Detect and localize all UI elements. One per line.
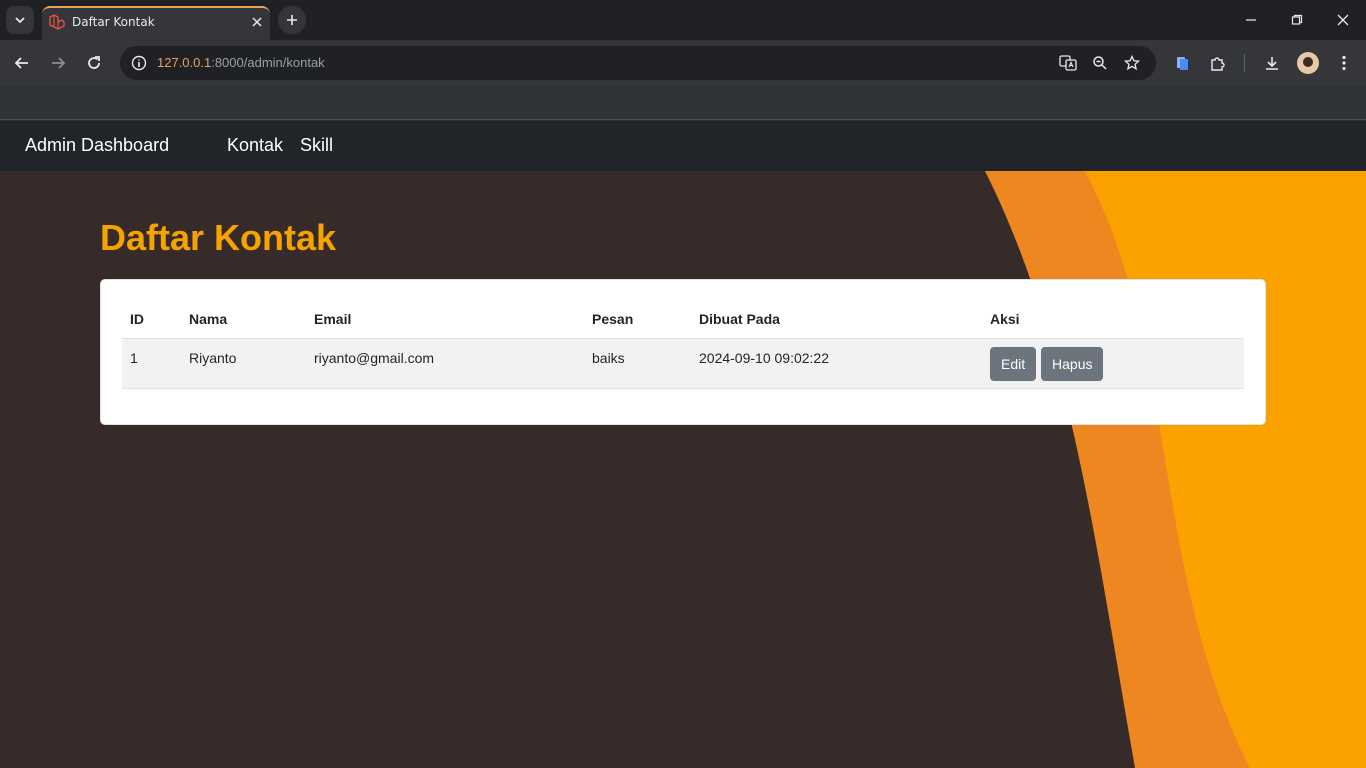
close-icon[interactable] xyxy=(248,13,266,31)
nav-link-skill[interactable]: Skill xyxy=(300,135,333,156)
tab-title: Daftar Kontak xyxy=(72,15,155,29)
cell-dibuat-pada: 2024-09-10 09:02:22 xyxy=(691,338,982,389)
menu-icon[interactable] xyxy=(1332,51,1356,75)
cell-id: 1 xyxy=(122,338,181,389)
zoom-icon[interactable] xyxy=(1089,52,1111,74)
nav-link-kontak[interactable]: Kontak xyxy=(227,135,283,156)
col-header-aksi: Aksi xyxy=(982,300,1244,339)
admin-navbar: Admin Dashboard Kontak Skill xyxy=(0,121,1366,171)
site-info-icon[interactable] xyxy=(128,52,150,74)
url-path: :8000/admin/kontak xyxy=(211,55,325,70)
browser-toolbar: 127.0.0.1:8000/admin/kontak xyxy=(0,40,1366,86)
cell-aksi: Edit Hapus xyxy=(982,338,1244,389)
col-header-id: ID xyxy=(122,300,181,339)
page-title: Daftar Kontak xyxy=(100,217,337,258)
minimize-icon[interactable] xyxy=(1239,8,1263,32)
address-bar[interactable]: 127.0.0.1:8000/admin/kontak xyxy=(120,46,1156,80)
clipboard-icon[interactable] xyxy=(1170,51,1194,75)
navbar-brand[interactable]: Admin Dashboard xyxy=(25,135,169,156)
browser-tab[interactable]: Daftar Kontak xyxy=(42,6,270,40)
tab-search-icon[interactable] xyxy=(6,6,34,34)
back-icon[interactable] xyxy=(8,49,36,77)
col-header-nama: Nama xyxy=(181,300,306,339)
star-icon[interactable] xyxy=(1121,52,1143,74)
table-header-row: ID Nama Email Pesan Dibuat Pada Aksi xyxy=(122,300,1244,339)
edit-button[interactable]: Edit xyxy=(990,346,1037,381)
delete-button[interactable]: Hapus xyxy=(1041,346,1104,381)
cell-email: riyanto@gmail.com xyxy=(306,338,584,389)
col-header-pesan: Pesan xyxy=(584,300,691,339)
col-header-email: Email xyxy=(306,300,584,339)
cell-pesan: baiks xyxy=(584,338,691,389)
page-content: Admin Dashboard Kontak Skill Daftar Kont… xyxy=(0,121,1366,768)
translate-icon[interactable] xyxy=(1057,52,1079,74)
extensions-icon[interactable] xyxy=(1206,51,1230,75)
laravel-favicon-icon xyxy=(48,13,66,31)
window-close-icon[interactable] xyxy=(1331,8,1355,32)
cell-nama: Riyanto xyxy=(181,338,306,389)
contacts-table: ID Nama Email Pesan Dibuat Pada Aksi 1 R… xyxy=(122,300,1244,389)
url-host: 127.0.0.1 xyxy=(157,55,212,70)
restore-icon[interactable] xyxy=(1285,8,1309,32)
bookmark-bar xyxy=(0,86,1366,120)
plus-icon[interactable] xyxy=(278,6,306,34)
toolbar-separator xyxy=(1244,54,1245,72)
download-icon[interactable] xyxy=(1260,51,1284,75)
profile-avatar[interactable] xyxy=(1297,52,1319,74)
table-row: 1 Riyanto riyanto@gmail.com baiks 2024-0… xyxy=(122,338,1244,389)
reload-icon[interactable] xyxy=(80,49,108,77)
browser-tab-strip: Daftar Kontak xyxy=(0,0,1366,40)
contacts-card: ID Nama Email Pesan Dibuat Pada Aksi 1 R… xyxy=(100,279,1266,425)
url-text[interactable]: 127.0.0.1:8000/admin/kontak xyxy=(157,55,325,70)
col-header-dibuat-pada: Dibuat Pada xyxy=(691,300,982,339)
forward-icon[interactable] xyxy=(44,49,72,77)
